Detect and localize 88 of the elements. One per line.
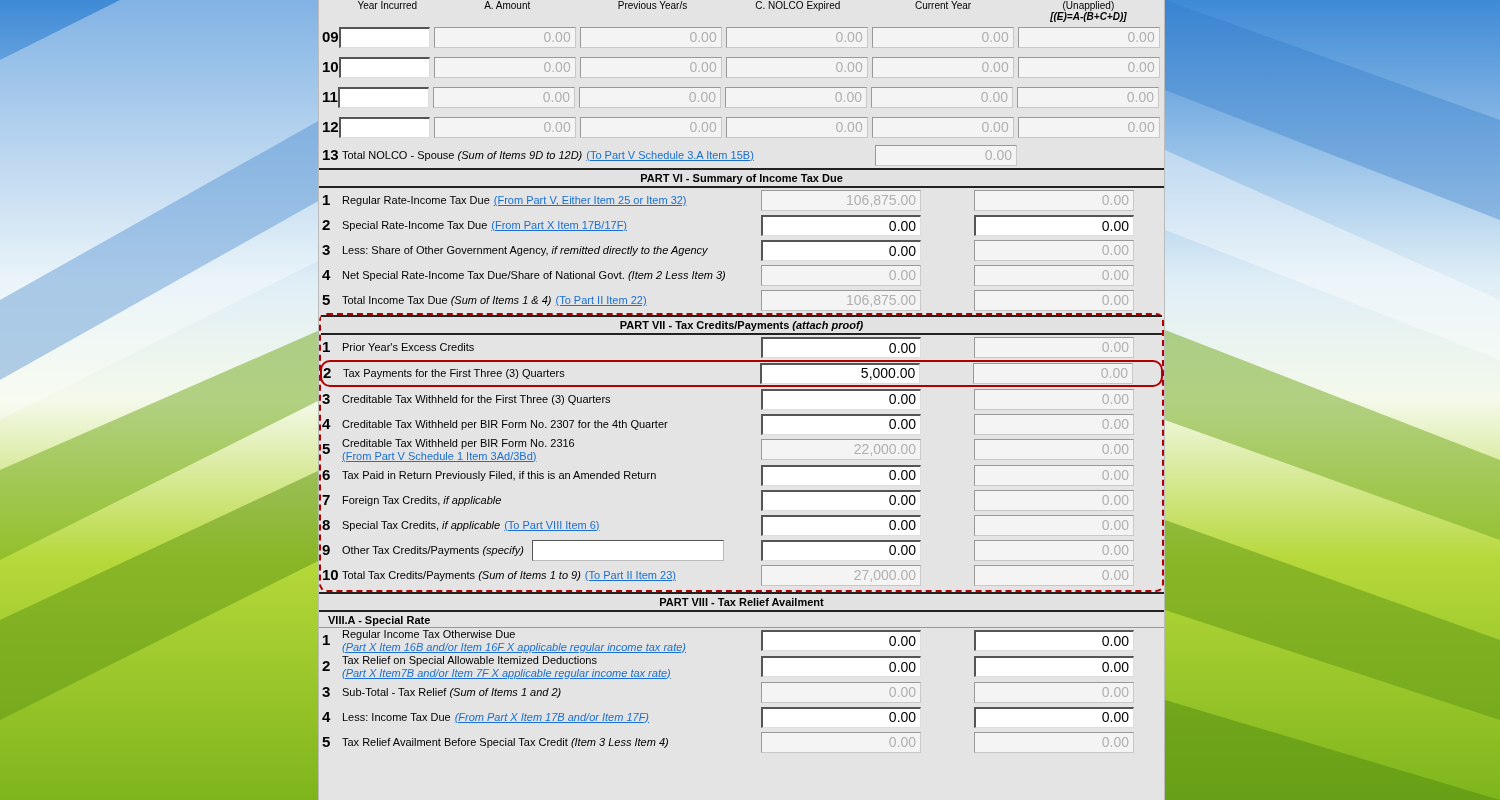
part-title: PART VIII - Tax Relief Availment [659, 594, 824, 609]
item-label: Tax Relief Availment Before Special Tax Credit (Item 3 Less Item 4) [342, 735, 669, 749]
column-header: A. Amount [484, 0, 531, 11]
item-number: 9 [322, 539, 332, 560]
item-label: Total NOLCO - Spouse (Sum of Items 9D to 12D) [342, 147, 583, 163]
column-header: Current Year [915, 0, 972, 11]
amount-field[interactable]: 5,000.00 [760, 362, 921, 384]
amount-field[interactable]: 0.00 [974, 706, 1134, 728]
item-number: 6 [322, 464, 332, 485]
item-label: Total Income Tax Due (Sum of Items 1 & 4) [342, 294, 552, 307]
reference-link[interactable]: (To Part II Item 23) [584, 568, 676, 582]
amount-field[interactable]: 0.00 [761, 215, 922, 236]
item-label: Tax Relief on Special Allowable Itemized Deductions [342, 653, 597, 667]
item-number: 2 [322, 656, 332, 677]
amount-field[interactable]: 0.00 [761, 489, 922, 511]
item-number: 5 [322, 439, 332, 460]
column-header: C. NOLCO Expired [755, 0, 841, 11]
item-label: Regular Income Tax Otherwise Due [342, 627, 516, 641]
item-label: Less: Income Tax Due [342, 710, 451, 724]
item-label: Special Tax Credits, if applicable [342, 518, 501, 532]
item-label: Tax Payments for the First Three (3) Quarters [343, 366, 565, 380]
item-label: Tax Paid in Return Previously Filed, if this is an Amended Return [342, 468, 657, 482]
reference-link[interactable]: (From Part V Schedule 1 Item 3Ad/3Bd) [342, 449, 537, 463]
item-label: Prior Year's Excess Credits [342, 341, 475, 354]
item-number: 4 [322, 265, 332, 286]
item-label: Total Tax Credits/Payments (Sum of Items 1 to 9) [342, 568, 581, 582]
specify-field[interactable] [531, 539, 724, 561]
item-label: Creditable Tax Withheld for the First Three (3) Quarters [342, 392, 611, 406]
reference-link[interactable]: (From Part V, Either Item 25 or Item 32) [493, 194, 687, 207]
amount-field[interactable]: 0.00 [761, 464, 922, 486]
item-number: 4 [322, 413, 332, 434]
part-title: PART VI - Summary of Income Tax Due [640, 171, 843, 185]
item-number: 1 [322, 630, 332, 651]
item-number: 5 [322, 731, 332, 752]
item-label: Other Tax Credits/Payments (specify) [342, 543, 524, 557]
reference-link[interactable]: (Part X Item 16B and/or Item 16F X applicable regular income tax rate) [342, 640, 687, 654]
item-label: Special Rate-Income Tax Due [342, 219, 488, 232]
item-label: Sub-Total - Tax Relief (Sum of Items 1 and 2) [342, 685, 562, 699]
item-number: 3 [322, 240, 332, 261]
item-label: Creditable Tax Withheld per BIR Form No. 2316 [342, 436, 575, 450]
item-label: Less: Share of Other Government Agency, if remitted directly to the Agency [342, 244, 708, 257]
row-number: 10 [322, 56, 339, 77]
item-number: 3 [322, 388, 332, 409]
amount-field[interactable] [338, 26, 430, 48]
item-number: 5 [322, 290, 332, 311]
amount-field[interactable]: 0.00 [974, 630, 1134, 651]
item-number: 2 [323, 363, 333, 383]
reference-link[interactable]: (To Part VIII Item 6) [504, 518, 600, 532]
amount-field[interactable] [338, 86, 429, 108]
reference-link[interactable]: (From Part X Item 17B and/or Item 17F) [454, 710, 650, 724]
amount-field[interactable]: 0.00 [974, 215, 1134, 236]
item-number: 7 [322, 489, 332, 510]
item-label: Regular Rate-Income Tax Due [342, 194, 490, 207]
amount-field[interactable] [338, 116, 430, 138]
amount-field[interactable]: 0.00 [761, 240, 922, 261]
item-number: 8 [322, 514, 332, 535]
reference-link[interactable]: (Part X Item7B and/or Item 7F X applicable regular income tax rate) [342, 666, 671, 680]
subsection-title: VIII.A - Special Rate [328, 613, 431, 626]
item-number: 1 [322, 337, 332, 358]
item-number: 1 [322, 190, 332, 211]
item-label: Foreign Tax Credits, if applicable [342, 493, 502, 507]
column-header: (Unapplied) [1062, 0, 1115, 11]
reference-link[interactable]: (From Part X Item 17B/17F) [491, 219, 628, 232]
amount-field[interactable]: 0.00 [761, 706, 922, 728]
column-header: Previous Year/s [617, 0, 688, 11]
amount-field[interactable]: 0.00 [761, 337, 922, 358]
amount-field[interactable]: 0.00 [761, 514, 922, 536]
item-number: 4 [322, 706, 332, 727]
item-label: Net Special Rate-Income Tax Due/Share of National Govt. (Item 2 Less Item 3) [342, 269, 726, 282]
row-number: 11 [322, 86, 338, 107]
column-formula: [(E)=A-(B+C+D)] [1050, 11, 1127, 22]
column-header: Year Incurred [357, 0, 418, 11]
amount-field[interactable]: 0.00 [761, 413, 922, 435]
item-number: 2 [322, 215, 332, 236]
amount-field[interactable] [338, 56, 430, 78]
item-number: 10 [322, 564, 340, 585]
row-number: 12 [322, 116, 339, 137]
part-title: PART VII - Tax Credits/Payments (attach proof) [619, 318, 864, 332]
reference-link[interactable]: (To Part II Item 22) [555, 294, 647, 307]
item-number: 3 [322, 681, 332, 702]
amount-field[interactable]: 0.00 [761, 388, 922, 410]
amount-field[interactable]: 0.00 [761, 630, 922, 651]
amount-field[interactable]: 0.00 [761, 539, 922, 561]
amount-field[interactable]: 0.00 [761, 656, 922, 677]
amount-field[interactable]: 0.00 [974, 656, 1134, 677]
row-number: 13 [322, 144, 340, 165]
item-label: Creditable Tax Withheld per BIR Form No. 2307 for the 4th Quarter [342, 417, 668, 431]
row-number: 09 [322, 26, 339, 47]
